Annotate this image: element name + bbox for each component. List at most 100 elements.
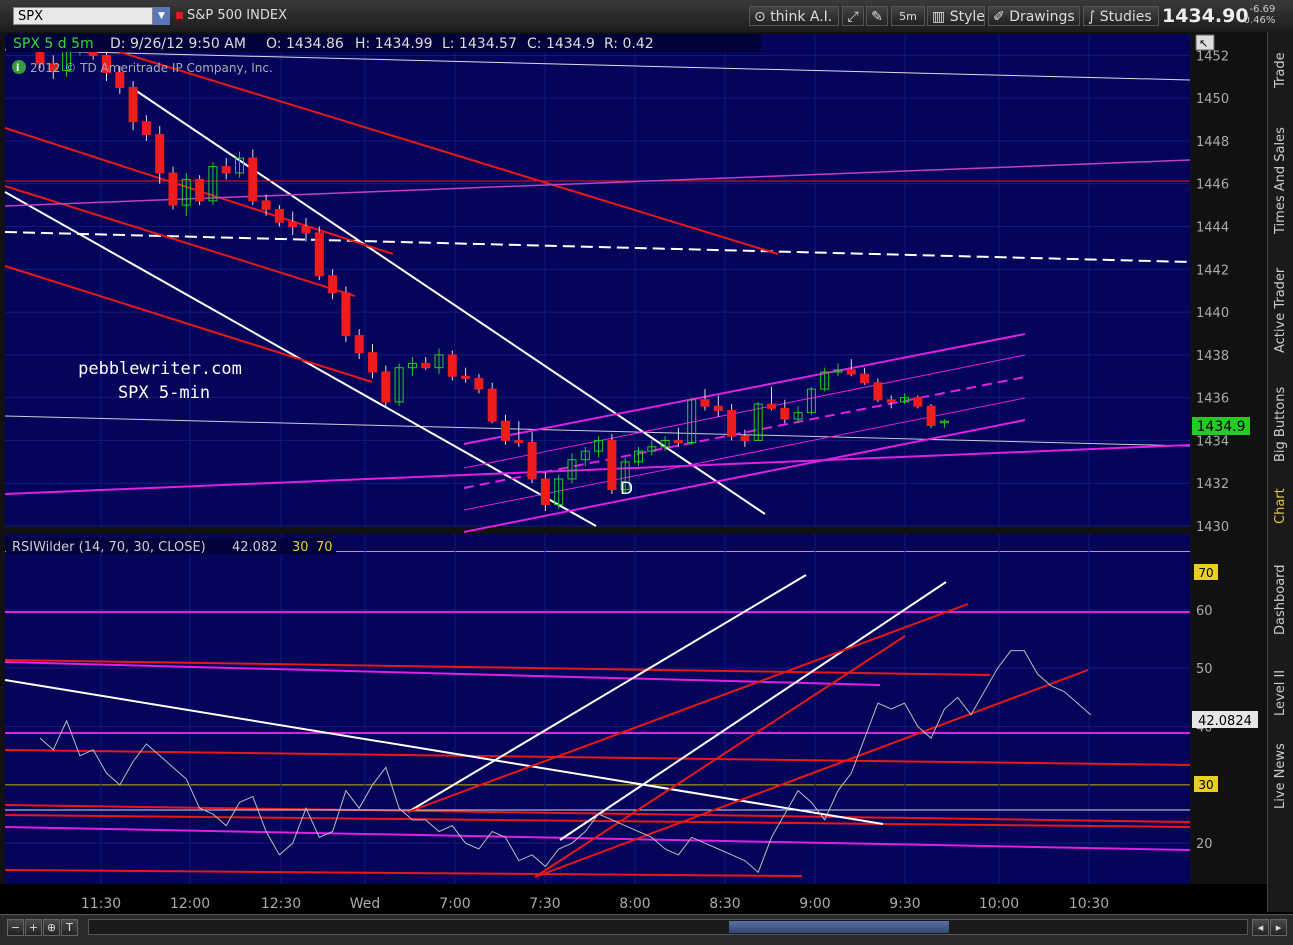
style-button[interactable]: ▥ Style (927, 6, 985, 26)
candle-body (368, 352, 377, 373)
price-tick: 1448 (1196, 135, 1229, 150)
header-close: C: 1434.9 (527, 36, 595, 52)
tab-active-trader[interactable]: Active Trader (1270, 256, 1292, 364)
candle-body (288, 221, 298, 228)
wrench-icon[interactable]: ✎ (866, 6, 888, 26)
studies-button[interactable]: ∫ Studies (1083, 6, 1159, 26)
index-color-icon (176, 12, 183, 19)
rsi-badge-70-label: 70 (1198, 566, 1213, 580)
candle-body (740, 435, 750, 441)
drawing-tool-icon[interactable]: ⤢ (842, 6, 864, 26)
scroll-thumb[interactable] (729, 921, 949, 933)
price-tick: 1442 (1196, 263, 1229, 278)
time-tick: 11:30 (81, 896, 121, 912)
tab-trade[interactable]: Trade (1270, 40, 1292, 100)
rsi-level-70: 70 (316, 540, 333, 555)
price-tick: 1450 (1196, 92, 1229, 107)
text-tool-icon[interactable]: T (61, 919, 78, 936)
price-badge-label: 1434.9 (1197, 419, 1246, 435)
candle-body (168, 172, 178, 206)
candle-body (447, 354, 457, 377)
price-tick: 1434 (1196, 434, 1229, 449)
tab-times-and-sales[interactable]: Times And Sales (1270, 116, 1292, 246)
time-tick: 7:00 (439, 896, 470, 912)
think-ai-button[interactable]: ⊙ think A.I. (749, 6, 839, 26)
price-change: -6.69 -0.46% (1240, 4, 1275, 26)
candle-body (328, 275, 338, 294)
candle-body (274, 208, 284, 223)
annotation-line-1: pebblewriter.com (78, 359, 242, 379)
rsi-tick: 50 (1196, 662, 1213, 677)
time-tick: 7:30 (529, 896, 560, 912)
rsi-tick: 60 (1196, 604, 1213, 619)
zoom-in-icon[interactable]: + (25, 919, 42, 936)
zoom-out-icon[interactable]: − (7, 919, 24, 936)
tab-live-news[interactable]: Live News (1270, 737, 1292, 815)
tab-big-buttons[interactable]: Big Buttons (1270, 377, 1292, 472)
price-tick: 1430 (1196, 520, 1229, 535)
tab-dashboard[interactable]: Dashboard (1270, 557, 1292, 643)
candle-body (886, 399, 896, 403)
candle-body (381, 371, 391, 403)
candle-body (514, 439, 524, 444)
studies-icon: ∫ (1088, 9, 1096, 25)
time-scrollbar[interactable] (88, 919, 1248, 935)
time-tick: 8:30 (709, 896, 740, 912)
candle-body (501, 420, 510, 441)
time-tick: 12:00 (170, 896, 210, 912)
price-tick: 1444 (1196, 221, 1229, 236)
time-tick: 10:30 (1069, 896, 1109, 912)
candle-body (474, 377, 484, 390)
rsi-level-30: 30 (292, 540, 309, 555)
tab-level-ii[interactable]: Level II (1270, 662, 1292, 724)
candle-body (913, 397, 923, 407)
chart-symbol-label: SPX 5 d 5m (13, 36, 94, 52)
zoom-region-icon[interactable]: ⊕ (43, 919, 60, 936)
rsi-value: 42.082 (232, 540, 278, 555)
candle-body (341, 292, 351, 337)
scroll-left-icon[interactable]: ◂ (1252, 919, 1269, 936)
price-tick: 1440 (1196, 306, 1229, 321)
candle-body (128, 86, 138, 123)
time-tick: 9:30 (889, 896, 920, 912)
time-tick: Wed (350, 896, 381, 912)
tab-chart[interactable]: Chart (1270, 482, 1292, 530)
right-sidebar: Trade Times And Sales Active Trader Big … (1267, 32, 1293, 912)
candle-body (301, 226, 311, 234)
candle-body (926, 405, 936, 426)
candle-body (354, 335, 364, 354)
rsi-badge-label: 42.0824 (1198, 714, 1252, 729)
rsi-header: RSIWilder (14, 70, 30, CLOSE) (12, 540, 206, 555)
candle-body (155, 134, 165, 174)
candle-body (461, 375, 471, 379)
candle-body (195, 178, 205, 202)
candle-body (673, 439, 683, 444)
studies-label: Studies (1099, 9, 1152, 25)
candle-body (767, 403, 776, 409)
think-ai-label: think A.I. (770, 9, 833, 25)
price-tick: 1452 (1196, 49, 1229, 64)
annotation-line-2: SPX 5-min (118, 383, 210, 403)
candle-body (873, 382, 883, 401)
candle-body (421, 362, 431, 369)
symbol-dropdown-icon[interactable]: ▼ (153, 7, 170, 25)
rsi-badge-30-label: 30 (1198, 778, 1213, 792)
candle-body (487, 388, 497, 422)
drawings-button[interactable]: ✐ Drawings (988, 6, 1080, 26)
time-tick: 9:00 (799, 896, 830, 912)
scroll-right-icon[interactable]: ▸ (1270, 919, 1287, 936)
think-icon: ⊙ (754, 9, 766, 25)
chart-area[interactable]: 1430 1432 1434 1436 1438 1440 1442 1444 1446 1448… (0, 32, 1267, 914)
interval-button[interactable]: 5m (891, 6, 925, 26)
symbol-input[interactable]: SPX (13, 7, 153, 25)
candle-body (713, 405, 723, 411)
index-name: S&P 500 INDEX (176, 8, 287, 23)
price-tick: 1436 (1196, 392, 1229, 407)
time-tick: 8:00 (619, 896, 650, 912)
candle-body (141, 121, 151, 136)
index-name-label: S&P 500 INDEX (187, 8, 287, 23)
last-price: 1434.90 (1162, 5, 1249, 27)
time-tick: 10:00 (979, 896, 1019, 912)
price-tick: 1446 (1196, 178, 1229, 193)
candle-body (727, 409, 737, 437)
